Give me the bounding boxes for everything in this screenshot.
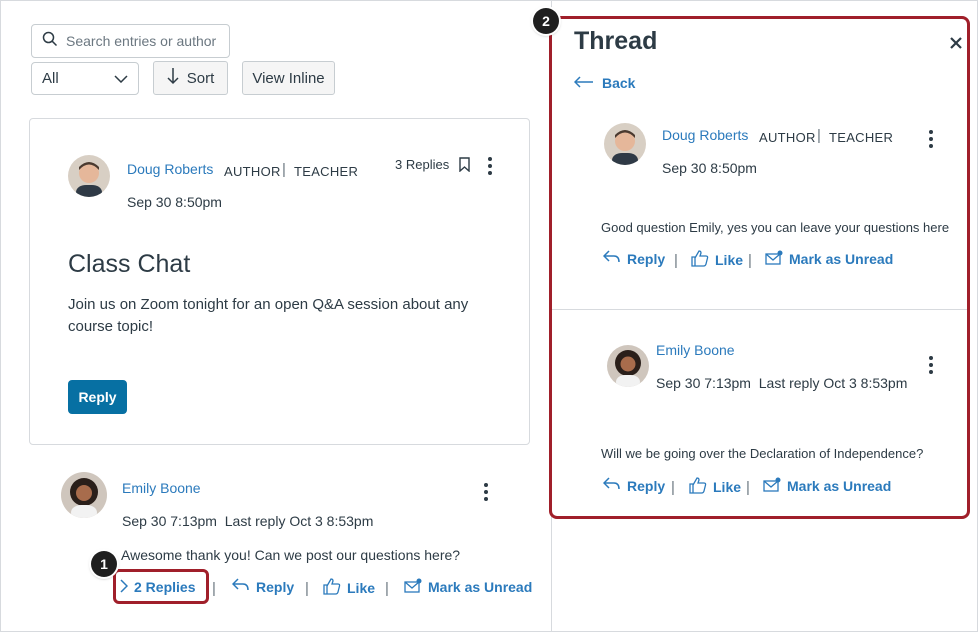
thread-post2-reply-button[interactable]: Reply [602,477,666,494]
entry-mark-unread-button[interactable]: Mark as Unread [404,578,532,596]
thumbs-up-icon [323,578,341,598]
author-name[interactable]: Doug Roberts [127,161,213,177]
role-teacher-tag: TEACHER [829,130,894,145]
entry-date-text: Sep 30 7:13pm [122,513,217,529]
thread-post2-more-options-icon[interactable] [929,356,933,374]
role-author-tag: AUTHOR [224,164,281,179]
thread-post1-like-button[interactable]: Like [691,250,743,270]
thread-post1-mark-unread-button[interactable]: Mark as Unread [765,250,893,268]
entry-reply-label: Reply [256,578,295,595]
role-divider: | [282,161,286,178]
role-teacher-tag: TEACHER [294,164,359,179]
callout-badge-1: 1 [91,551,117,577]
entry-like-button[interactable]: Like [323,578,375,598]
entry-more-options-icon[interactable] [484,483,488,501]
search-input[interactable]: Search entries or author [31,24,230,58]
topic-title: Class Chat [68,250,191,278]
entry-mark-unread-label: Mark as Unread [428,579,533,595]
thread-post2-mark-unread-button[interactable]: Mark as Unread [763,477,891,495]
thread-post1-author[interactable]: Doug Roberts [662,127,748,143]
close-icon[interactable] [950,36,962,54]
arrow-left-icon [573,75,594,91]
action-divider: | [674,252,678,269]
highlight-box-1 [113,569,209,604]
avatar [61,472,107,518]
thread-post1-message: Good question Emily, yes you can leave y… [601,220,950,235]
thread-post2-date-text: Sep 30 7:13pm [656,375,751,391]
topic-body: Join us on Zoom tonight for an open Q&A … [68,296,469,335]
thread-post2-mark-unread-label: Mark as Unread [787,478,892,494]
thread-title: Thread [574,27,658,55]
more-options-icon[interactable] [488,157,492,175]
mail-unread-icon [404,578,422,596]
thumbs-up-icon [689,477,707,497]
thread-post2-author[interactable]: Emily Boone [656,342,735,358]
view-inline-button[interactable]: View Inline [242,61,335,95]
thread-post2-like-label: Like [713,479,742,495]
action-divider: | [748,252,752,269]
thread-post2-message: Will we be going over the Declaration of… [601,446,924,461]
thread-post2-reply-label: Reply [627,477,666,494]
reply-arrow-icon [602,477,621,494]
action-divider: | [305,580,309,597]
entry-reply-button[interactable]: Reply [231,578,295,595]
thread-panel: Thread Back Doug Roberts AUTHOR | TEACHE… [549,16,970,519]
action-divider: | [385,580,389,597]
role-divider: | [817,127,821,144]
thread-post-divider [552,309,967,310]
arrow-down-icon [167,67,179,89]
thread-post1-reply-label: Reply [627,250,666,267]
thread-post2-date: Sep 30 7:13pm Last reply Oct 3 8:53pm [656,375,907,391]
action-divider: | [212,580,216,597]
back-label: Back [602,75,636,91]
sort-label: Sort [186,69,215,87]
thread-post1-reply-button[interactable]: Reply [602,250,666,267]
role-author-tag: AUTHOR [759,130,816,145]
mail-unread-icon [765,250,783,268]
action-divider: | [671,479,675,496]
avatar [607,345,649,387]
entry-date: Sep 30 7:13pm Last reply Oct 3 8:53pm [122,513,373,529]
entry-message: Awesome thank you! Can we post our quest… [121,547,461,563]
thread-post2-last-reply: Last reply Oct 3 8:53pm [758,375,908,391]
entry-last-reply: Last reply Oct 3 8:53pm [224,513,374,529]
thumbs-up-icon [691,250,709,270]
entry-author-name[interactable]: Emily Boone [122,480,201,496]
callout-badge-2: 2 [533,8,559,34]
sort-button[interactable]: Sort [153,61,228,95]
avatar [604,123,646,165]
mail-unread-icon [763,477,781,495]
thread-post1-like-label: Like [715,252,744,268]
reply-arrow-icon [602,250,621,267]
thread-post1-more-options-icon[interactable] [929,130,933,148]
entry-like-label: Like [347,580,376,596]
reply-arrow-icon [231,578,250,595]
chevron-down-icon [114,70,128,88]
topic-card: Doug Roberts AUTHOR | TEACHER Sep 30 8:5… [29,118,530,445]
reply-button[interactable]: Reply [68,380,127,414]
post-date: Sep 30 8:50pm [127,194,222,210]
view-filter-select[interactable]: All [31,62,139,95]
avatar [68,155,110,197]
search-placeholder: Search entries or author [66,33,217,49]
view-filter-value: All [42,70,59,87]
search-icon [42,31,58,52]
thread-post2-like-button[interactable]: Like [689,477,741,497]
thread-post1-mark-unread-label: Mark as Unread [789,251,894,267]
thread-post1-date: Sep 30 8:50pm [662,160,757,176]
action-divider: | [746,479,750,496]
back-link[interactable]: Back [573,75,636,91]
bookmark-icon[interactable] [459,157,470,177]
replies-count: 3 Replies [395,157,450,172]
